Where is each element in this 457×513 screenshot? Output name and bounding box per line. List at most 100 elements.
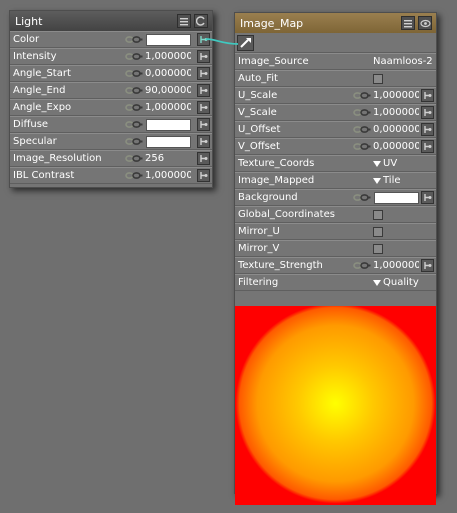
light-node[interactable]: Light Color Intensity 1,000000 Angle_Start 0…: [9, 10, 213, 188]
param-row-image-mapped: Image_Mapped Tile: [235, 172, 436, 189]
color-swatch[interactable]: [146, 135, 191, 148]
param-value-field[interactable]: 0,000000: [373, 124, 419, 135]
param-label: Global_Coordinates: [238, 209, 335, 220]
param-value-field[interactable]: 0,000000: [373, 141, 419, 152]
input-plug-icon[interactable]: [197, 135, 210, 148]
parameter-link-icon[interactable]: [125, 137, 143, 146]
dropdown-select[interactable]: Tile: [373, 175, 401, 186]
parameter-link-icon[interactable]: [125, 154, 143, 163]
param-label: Auto_Fit: [238, 73, 278, 84]
param-value-field[interactable]: 90,000000: [145, 85, 191, 96]
param-row-angle-end: Angle_End 90,000000: [10, 82, 212, 99]
parameter-link-icon[interactable]: [125, 69, 143, 78]
input-plug-icon[interactable]: [197, 84, 210, 97]
param-label: Diffuse: [13, 119, 49, 130]
image-map-eye-icon[interactable]: [418, 16, 432, 30]
param-label: Filtering: [238, 277, 279, 288]
checkbox[interactable]: [373, 73, 383, 84]
input-plug-icon[interactable]: [197, 169, 210, 182]
image-map-node[interactable]: Image_Map Image_Source Naamloos-2 Auto_Fit…: [234, 12, 437, 505]
input-plug-icon[interactable]: [197, 67, 210, 80]
param-text-value[interactable]: Naamloos-2: [373, 56, 433, 67]
param-label: Image_Mapped: [238, 175, 315, 186]
param-value-field[interactable]: 256: [145, 153, 191, 164]
param-value-field[interactable]: 1,000000: [145, 102, 191, 113]
dropdown-arrow-icon: [373, 160, 381, 167]
input-plug-icon[interactable]: [197, 152, 210, 165]
input-plug-icon[interactable]: [421, 123, 434, 136]
parameter-link-icon[interactable]: [353, 142, 371, 151]
input-plug-icon[interactable]: [421, 106, 434, 119]
image-map-node-header[interactable]: Image_Map: [235, 13, 436, 33]
param-label: Angle_Start: [13, 68, 71, 79]
param-value-field[interactable]: 1,000000: [373, 107, 419, 118]
param-row-texture-coords: Texture_Coords UV: [235, 155, 436, 172]
param-row-texture-strength: Texture_Strength 1,000000: [235, 257, 436, 274]
param-row-auto-fit: Auto_Fit: [235, 70, 436, 87]
parameter-link-icon[interactable]: [125, 171, 143, 180]
param-label: Image_Resolution: [13, 153, 102, 164]
param-value-field[interactable]: 1,000000: [145, 51, 191, 62]
parameter-link-icon[interactable]: [353, 193, 371, 202]
light-node-header[interactable]: Light: [10, 11, 212, 31]
input-plug-icon[interactable]: [421, 259, 434, 272]
param-row-u-scale: U_Scale 1,000000: [235, 87, 436, 104]
color-swatch[interactable]: [146, 33, 191, 46]
dropdown-select[interactable]: Quality: [373, 277, 419, 288]
parameter-link-icon[interactable]: [125, 86, 143, 95]
param-label: Angle_End: [13, 85, 66, 96]
param-row-angle-start: Angle_Start 0,000000: [10, 65, 212, 82]
input-plug-icon[interactable]: [197, 50, 210, 63]
parameter-link-icon[interactable]: [353, 91, 371, 100]
param-label: Intensity: [13, 51, 57, 62]
checkbox[interactable]: [373, 209, 383, 220]
param-label: U_Offset: [238, 124, 281, 135]
image-map-node-title: Image_Map: [240, 16, 304, 30]
param-row-u-offset: U_Offset 0,000000: [235, 121, 436, 138]
param-row-image-source: Image_Source Naamloos-2: [235, 53, 436, 70]
light-node-title: Light: [15, 14, 43, 28]
param-label: Texture_Strength: [238, 260, 323, 271]
parameter-link-icon[interactable]: [125, 120, 143, 129]
param-row-v-scale: V_Scale 1,000000: [235, 104, 436, 121]
input-plug-icon[interactable]: [197, 101, 210, 114]
parameter-link-icon[interactable]: [353, 261, 371, 270]
param-label: Background: [238, 192, 298, 203]
param-value-field[interactable]: 1,000000: [373, 260, 419, 271]
checkbox[interactable]: [373, 226, 383, 237]
parameter-link-icon[interactable]: [125, 103, 143, 112]
color-swatch[interactable]: [146, 118, 191, 131]
param-value-field[interactable]: 1,000000: [145, 170, 191, 181]
param-label: Specular: [13, 136, 57, 147]
parameter-link-icon[interactable]: [353, 108, 371, 117]
dropdown-select[interactable]: UV: [373, 158, 397, 169]
param-value-field[interactable]: 1,000000: [373, 90, 419, 101]
param-row-diffuse: Diffuse: [10, 116, 212, 133]
param-label: Color: [13, 34, 40, 45]
dropdown-arrow-icon: [373, 279, 381, 286]
param-row-mirror-u: Mirror_U: [235, 223, 436, 240]
param-label: V_Offset: [238, 141, 280, 152]
param-row-global-coordinates: Global_Coordinates: [235, 206, 436, 223]
light-node-collapse-icon[interactable]: [194, 14, 208, 28]
light-node-menu-icon[interactable]: [177, 14, 191, 28]
input-plug-icon[interactable]: [197, 33, 210, 46]
input-plug-icon[interactable]: [197, 118, 210, 131]
param-label: V_Scale: [238, 107, 277, 118]
input-plug-icon[interactable]: [421, 89, 434, 102]
color-swatch[interactable]: [374, 191, 419, 204]
input-plug-icon[interactable]: [421, 191, 434, 204]
param-label: U_Scale: [238, 90, 278, 101]
parameter-link-icon[interactable]: [125, 35, 143, 44]
image-map-menu-icon[interactable]: [401, 16, 415, 30]
param-row-color: Color: [10, 31, 212, 48]
param-value-field[interactable]: 0,000000: [145, 68, 191, 79]
param-label: Angle_Expo: [13, 102, 72, 113]
checkbox[interactable]: [373, 243, 383, 254]
parameter-link-icon[interactable]: [353, 125, 371, 134]
param-label: Mirror_V: [238, 243, 280, 254]
input-plug-icon[interactable]: [421, 140, 434, 153]
image-map-output-icon[interactable]: [237, 34, 254, 51]
param-row-background: Background: [235, 189, 436, 206]
parameter-link-icon[interactable]: [125, 52, 143, 61]
